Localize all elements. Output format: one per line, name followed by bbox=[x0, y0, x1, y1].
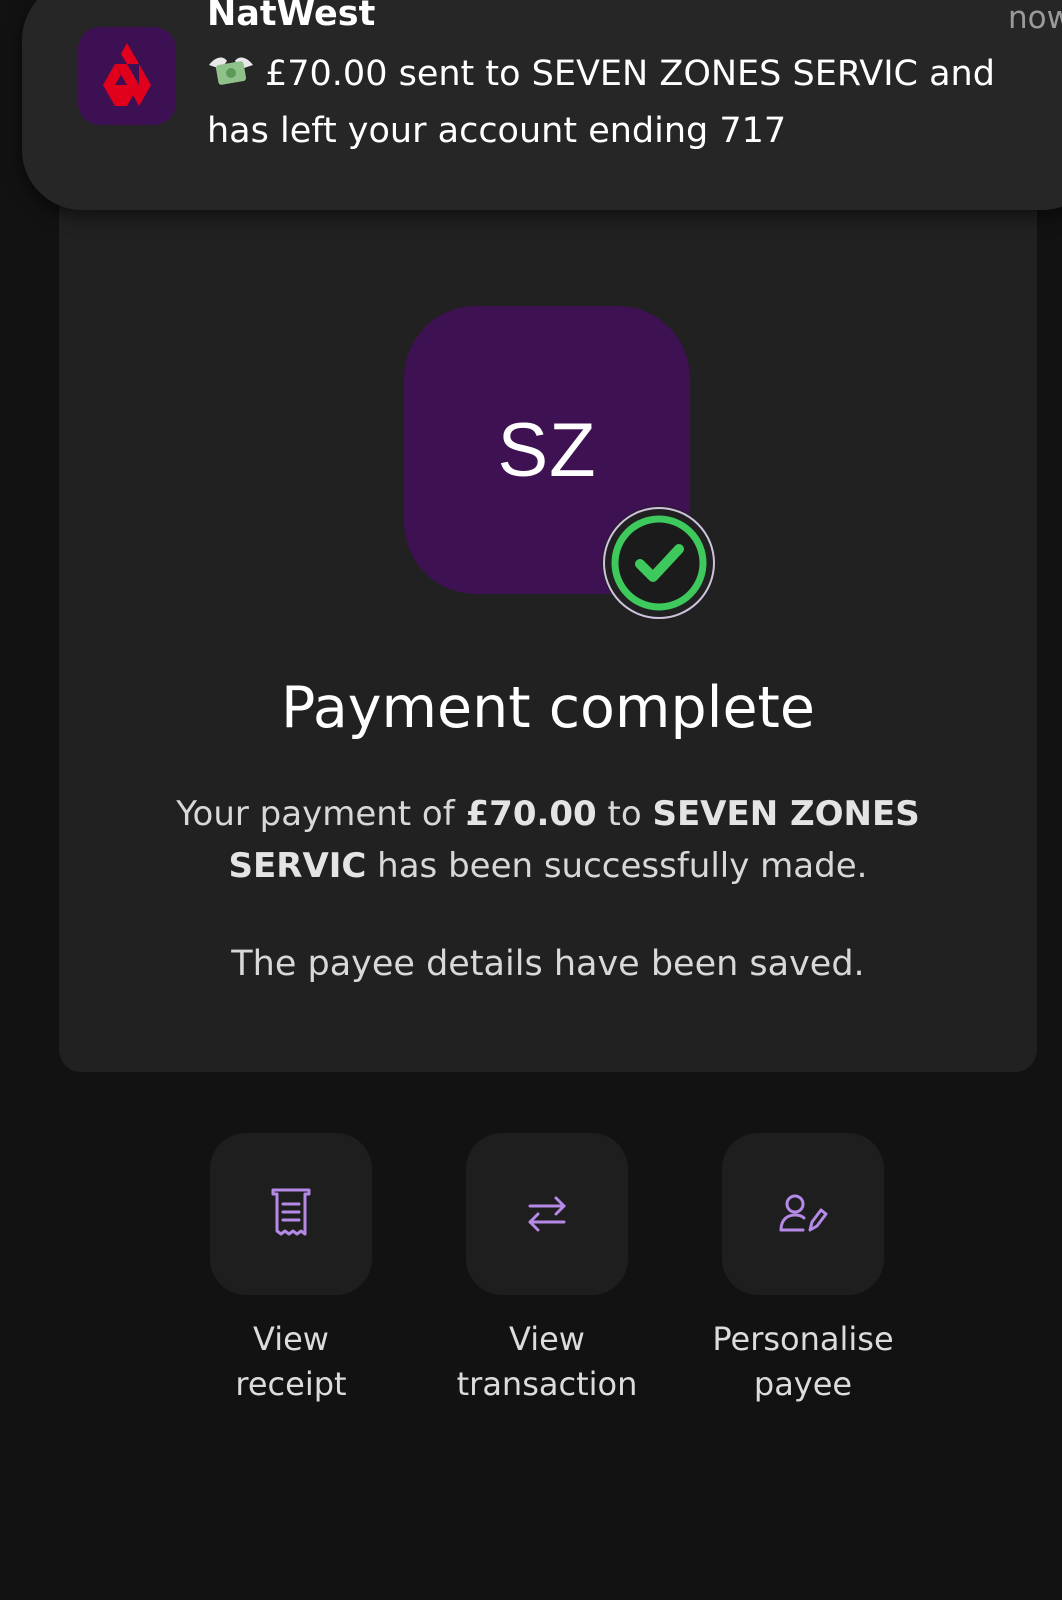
personalise-payee-label: Personalise payee bbox=[712, 1320, 894, 1403]
check-circle-icon bbox=[602, 506, 716, 620]
body-suffix: has been successfully made. bbox=[366, 846, 868, 886]
personalise-payee-tile[interactable] bbox=[722, 1133, 884, 1295]
receipt-icon bbox=[271, 1188, 311, 1236]
notification-app-name: NatWest bbox=[207, 0, 376, 34]
view-receipt-button[interactable]: View receipt bbox=[181, 1133, 401, 1407]
view-receipt-label: View receipt bbox=[235, 1320, 347, 1403]
view-transaction-label: View transaction bbox=[456, 1320, 638, 1403]
view-transaction-tile[interactable] bbox=[466, 1133, 628, 1295]
body-prefix: Your payment of bbox=[176, 794, 466, 834]
payment-complete-screen: SZ Payment complete Your payment of £70.… bbox=[0, 0, 1062, 1600]
page-title: Payment complete bbox=[281, 675, 815, 741]
body-middle: to bbox=[596, 794, 653, 834]
user-edit-icon bbox=[779, 1194, 828, 1232]
money-with-wings-icon bbox=[209, 57, 253, 85]
natwest-logo bbox=[103, 43, 151, 106]
notification-message: £70.00 sent to SEVEN ZONES SERVIC and ha… bbox=[207, 54, 995, 151]
personalise-payee-button[interactable]: Personalise payee bbox=[693, 1133, 913, 1407]
view-receipt-tile[interactable] bbox=[210, 1133, 372, 1295]
payment-confirmation-text: Your payment of £70.00 to SEVEN ZONES SE… bbox=[120, 788, 976, 892]
view-transaction-button[interactable]: View transaction bbox=[437, 1133, 657, 1407]
payment-amount: £70.00 bbox=[465, 794, 597, 834]
notification-time: now bbox=[1008, 0, 1062, 36]
payee-saved-text: The payee details have been saved. bbox=[231, 944, 865, 984]
push-notification[interactable]: NatWest now £70.00 sent to SEVEN ZONES S… bbox=[22, 0, 1062, 210]
transfer-arrows-icon bbox=[528, 1196, 566, 1232]
natwest-logo-icon bbox=[78, 27, 176, 125]
notification-message-row: £70.00 sent to SEVEN ZONES SERVIC and ha… bbox=[207, 46, 1037, 160]
